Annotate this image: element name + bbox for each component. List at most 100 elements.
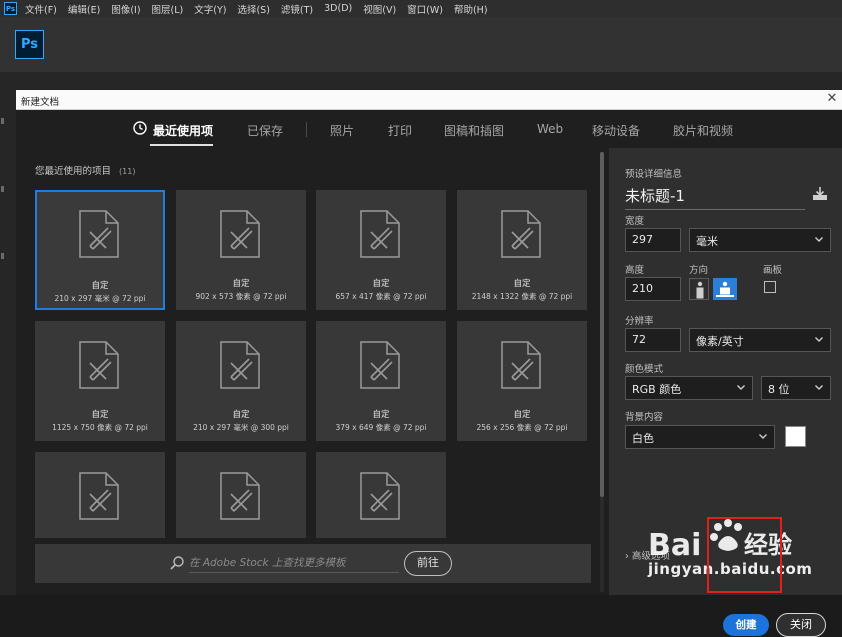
menu-view[interactable]: 视图(V) xyxy=(363,2,396,16)
recent-item-card[interactable] xyxy=(35,452,165,538)
document-name-input[interactable]: 未标题-1 xyxy=(625,185,805,210)
menu-select[interactable]: 选择(S) xyxy=(237,2,269,16)
recent-item-card[interactable]: 自定 210 x 297 毫米 @ 72 ppi xyxy=(35,190,165,310)
width-unit-select[interactable]: 毫米 xyxy=(689,228,831,252)
tab-web[interactable]: Web xyxy=(537,122,563,136)
artboard-label: 画板 xyxy=(763,265,783,276)
recent-item-dims: 657 x 417 像素 @ 72 ppi xyxy=(335,292,427,301)
document-icon xyxy=(360,472,400,520)
menu-image[interactable]: 图像(I) xyxy=(111,2,140,16)
background-color-swatch[interactable] xyxy=(785,426,806,447)
search-icon xyxy=(170,556,184,570)
width-unit-value: 毫米 xyxy=(696,235,718,248)
chevron-down-icon xyxy=(815,237,823,242)
tab-recent[interactable]: 最近使用项 xyxy=(153,122,213,139)
width-label: 宽度 xyxy=(625,216,645,227)
go-button[interactable]: 前往 xyxy=(404,551,452,576)
menu-help[interactable]: 帮助(H) xyxy=(454,2,488,16)
document-icon xyxy=(360,341,400,389)
scrollbar-thumb[interactable] xyxy=(600,152,604,497)
recent-item-dims: 1125 x 750 像素 @ 72 ppi xyxy=(52,423,148,432)
recent-item-dims: 379 x 649 像素 @ 72 ppi xyxy=(335,423,427,432)
category-tabs: 最近使用项 已保存 照片 打印 图稿和插图 Web 移动设备 胶片和视频 xyxy=(16,110,842,148)
menu-3d[interactable]: 3D(D) xyxy=(324,3,352,14)
recent-item-card[interactable]: 自定 657 x 417 像素 @ 72 ppi xyxy=(316,190,446,310)
bit-depth-value: 8 位 xyxy=(768,383,790,396)
stock-search-input[interactable] xyxy=(189,553,399,573)
dialog-titlebar: 新建文档 ✕ xyxy=(16,90,842,110)
recent-item-dims: 210 x 297 毫米 @ 300 ppi xyxy=(193,423,289,432)
recent-item-card[interactable] xyxy=(176,452,306,538)
menu-window[interactable]: 窗口(W) xyxy=(407,2,443,16)
document-icon xyxy=(220,210,260,258)
color-mode-label: 颜色模式 xyxy=(625,364,664,375)
tab-photo[interactable]: 照片 xyxy=(330,122,354,139)
panel-grip-icon xyxy=(1,253,4,259)
clock-icon xyxy=(133,121,147,135)
background-select[interactable]: 白色 xyxy=(625,425,775,449)
recent-item-name: 自定 xyxy=(91,281,109,291)
color-mode-value: RGB 颜色 xyxy=(632,383,682,396)
tab-film-video[interactable]: 胶片和视频 xyxy=(673,122,733,139)
close-button[interactable]: 关闭 xyxy=(776,613,826,637)
recent-item-name: 自定 xyxy=(91,410,109,420)
menu-file[interactable]: 文件(F) xyxy=(25,2,57,16)
tab-print[interactable]: 打印 xyxy=(388,122,412,139)
close-icon[interactable]: ✕ xyxy=(825,92,839,106)
recent-count: (11) xyxy=(119,167,136,176)
portrait-orientation-button[interactable] xyxy=(689,278,709,300)
preset-details-heading: 预设详细信息 xyxy=(625,169,683,180)
panel-grip-icon xyxy=(1,186,4,192)
recent-item-name: 自定 xyxy=(232,279,250,289)
landscape-person-icon xyxy=(716,281,734,297)
recent-item-name: 自定 xyxy=(372,410,390,420)
menu-bar: Ps 文件(F) 编辑(E) 图像(I) 图层(L) 文字(Y) 选择(S) 滤… xyxy=(0,0,842,17)
recent-item-card[interactable]: 自定 1125 x 750 像素 @ 72 ppi xyxy=(35,321,165,441)
portrait-person-icon xyxy=(696,281,704,299)
recent-item-card[interactable]: 自定 379 x 649 像素 @ 72 ppi xyxy=(316,321,446,441)
recent-item-card[interactable]: 自定 210 x 297 毫米 @ 300 ppi xyxy=(176,321,306,441)
menu-edit[interactable]: 编辑(E) xyxy=(68,2,100,16)
bit-depth-select[interactable]: 8 位 xyxy=(761,376,831,400)
resolution-label: 分辨率 xyxy=(625,316,654,327)
resolution-unit-select[interactable]: 像素/英寸 xyxy=(689,328,831,352)
chevron-down-icon xyxy=(759,434,767,439)
photoshop-logo[interactable]: Ps xyxy=(15,30,44,59)
recent-item-dims: 2148 x 1322 像素 @ 72 ppi xyxy=(471,292,573,301)
resolution-field[interactable]: 72 xyxy=(625,328,681,352)
document-icon xyxy=(501,341,541,389)
resolution-unit-value: 像素/英寸 xyxy=(696,335,744,348)
color-mode-select[interactable]: RGB 颜色 xyxy=(625,376,753,400)
create-button[interactable]: 创建 xyxy=(723,614,769,636)
background-value: 白色 xyxy=(632,432,654,445)
width-field[interactable]: 297 xyxy=(625,228,681,252)
menu-layer[interactable]: 图层(L) xyxy=(152,2,184,16)
recent-item-card[interactable]: 自定 256 x 256 像素 @ 72 ppi xyxy=(457,321,587,441)
recent-item-dims: 902 x 573 像素 @ 72 ppi xyxy=(195,292,287,301)
recent-item-name: 自定 xyxy=(372,279,390,289)
recent-item-card[interactable]: 自定 2148 x 1322 像素 @ 72 ppi xyxy=(457,190,587,310)
panel-grip-icon xyxy=(1,118,4,124)
active-tab-indicator xyxy=(150,144,213,146)
tab-mobile[interactable]: 移动设备 xyxy=(592,122,640,139)
recent-item-dims: 210 x 297 毫米 @ 72 ppi xyxy=(54,294,146,303)
artboard-checkbox[interactable] xyxy=(764,281,776,293)
height-field[interactable]: 210 xyxy=(625,277,681,301)
landscape-orientation-button[interactable] xyxy=(713,278,737,300)
background-label: 背景内容 xyxy=(625,412,664,423)
recent-item-card[interactable]: 自定 902 x 573 像素 @ 72 ppi xyxy=(176,190,306,310)
document-icon xyxy=(220,472,260,520)
document-icon xyxy=(220,341,260,389)
height-label: 高度 xyxy=(625,265,645,276)
menu-filter[interactable]: 滤镜(T) xyxy=(281,2,313,16)
tab-divider xyxy=(306,122,307,137)
document-icon xyxy=(360,210,400,258)
menu-type[interactable]: 文字(Y) xyxy=(194,2,226,16)
tab-saved[interactable]: 已保存 xyxy=(247,122,283,139)
save-preset-icon[interactable] xyxy=(811,186,829,202)
recent-item-name: 自定 xyxy=(513,279,531,289)
chevron-down-icon xyxy=(815,385,823,390)
recent-item-card[interactable] xyxy=(316,452,446,538)
dialog-title: 新建文档 xyxy=(21,97,60,108)
tab-art-illustration[interactable]: 图稿和插图 xyxy=(444,122,504,139)
